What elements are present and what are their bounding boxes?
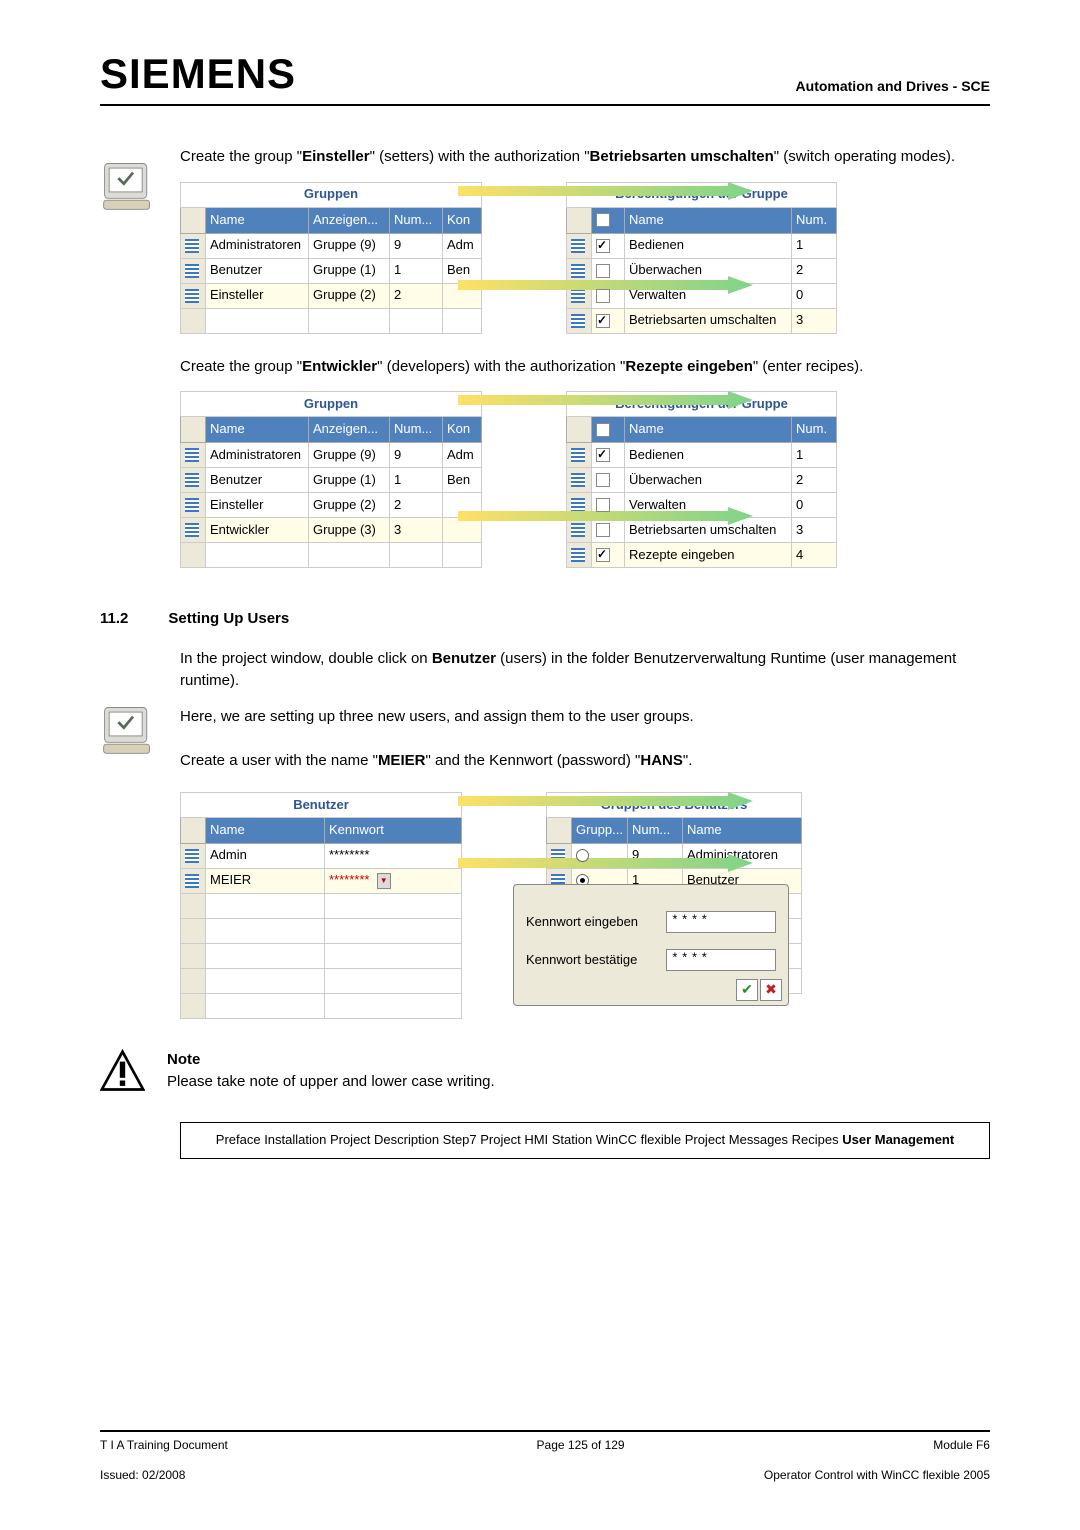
perm-icon xyxy=(571,498,585,512)
users-paragraph-1: In the project window, double click on B… xyxy=(180,648,990,692)
perm-icon xyxy=(571,314,585,328)
groups-table-2[interactable]: Gruppen Name Anzeigen... Num... Kon Admi… xyxy=(180,391,482,568)
table-row: Überwachen2 xyxy=(567,468,837,493)
table-row: BenutzerGruppe (1)1Ben xyxy=(181,468,482,493)
user-icon xyxy=(185,874,199,888)
perm-icon xyxy=(571,289,585,303)
section-heading: 11.2 Setting Up Users xyxy=(100,608,990,630)
cancel-button[interactable]: ✖ xyxy=(760,979,782,1001)
table-row: EntwicklerGruppe (3)3 xyxy=(181,518,482,543)
user-icon xyxy=(185,849,199,863)
monitor-icon xyxy=(100,702,155,757)
table-row: AdministratorenGruppe (9)9Adm xyxy=(181,233,482,258)
pw-enter-label: Kennwort eingeben xyxy=(526,913,656,932)
table-row: MEIER******** ▼ xyxy=(181,868,462,893)
group-icon xyxy=(551,849,565,863)
table-row: AdministratorenGruppe (9)9Adm xyxy=(181,443,482,468)
groups-table-1[interactable]: Gruppen Name Anzeigen... Num... Kon Admi… xyxy=(180,182,482,334)
table-row: Verwalten0 xyxy=(567,493,837,518)
perm-icon xyxy=(571,264,585,278)
checkbox[interactable] xyxy=(596,314,610,328)
checkbox-header-icon xyxy=(596,423,610,437)
group-icon xyxy=(185,448,199,462)
table-row: Verwalten0 xyxy=(567,283,837,308)
checkbox[interactable] xyxy=(596,289,610,303)
table-row: Bedienen1 xyxy=(567,443,837,468)
radio[interactable] xyxy=(576,849,589,862)
table-row: Betriebsarten umschalten3 xyxy=(567,518,837,543)
checkbox[interactable] xyxy=(596,548,610,562)
checkbox[interactable] xyxy=(596,498,610,512)
warning-icon xyxy=(100,1049,145,1094)
perm-icon xyxy=(571,523,585,537)
password-dialog: Kennwort eingeben **** Kennwort bestätig… xyxy=(513,884,789,1006)
table-row: 9Administratoren xyxy=(547,843,802,868)
group-icon xyxy=(185,239,199,253)
table-row: EinstellerGruppe (2)2 xyxy=(181,493,482,518)
group-icon xyxy=(185,264,199,278)
breadcrumb-bar: Preface Installation Project Description… xyxy=(180,1122,990,1159)
checkbox-header-icon xyxy=(596,213,610,227)
page-footer: T I A Training Document Page 125 of 129 … xyxy=(100,1430,990,1492)
password-confirm-input[interactable]: **** xyxy=(666,949,776,971)
page-header: SIEMENS Automation and Drives - SCE xyxy=(100,50,990,106)
note-heading: Note xyxy=(167,1049,495,1071)
table-row: Überwachen2 xyxy=(567,258,837,283)
table-row: Betriebsarten umschalten3 xyxy=(567,308,837,333)
note-body: Please take note of upper and lower case… xyxy=(167,1071,495,1093)
perm-icon xyxy=(571,473,585,487)
checkbox[interactable] xyxy=(596,523,610,537)
header-subtitle: Automation and Drives - SCE xyxy=(796,78,990,98)
checkbox[interactable] xyxy=(596,264,610,278)
checkbox[interactable] xyxy=(596,239,610,253)
table-row: Admin******** xyxy=(181,843,462,868)
group-icon xyxy=(185,473,199,487)
table-row: Bedienen1 xyxy=(567,233,837,258)
intro-paragraph-2: Create the group "Entwickler" (developer… xyxy=(180,356,990,378)
ok-button[interactable]: ✔ xyxy=(736,979,758,1001)
users-paragraph-3: Create a user with the name "MEIER" and … xyxy=(180,750,990,772)
users-paragraph-2: Here, we are setting up three new users,… xyxy=(180,706,990,728)
table-row: Rezepte eingeben4 xyxy=(567,543,837,568)
siemens-logo: SIEMENS xyxy=(100,50,296,98)
permissions-table-2[interactable]: Berechtigungen der Gruppe Name Num. Bedi… xyxy=(566,391,837,568)
intro-paragraph-1: Create the group "Einsteller" (setters) … xyxy=(180,146,990,168)
table-row: BenutzerGruppe (1)1Ben xyxy=(181,258,482,283)
table-row: EinstellerGruppe (2)2 xyxy=(181,283,482,308)
monitor-icon xyxy=(100,158,155,213)
perm-icon xyxy=(571,239,585,253)
checkbox[interactable] xyxy=(596,473,610,487)
perm-icon xyxy=(571,448,585,462)
group-icon xyxy=(185,289,199,303)
password-input[interactable]: **** xyxy=(666,911,776,933)
users-table[interactable]: Benutzer Name Kennwort Admin******** MEI… xyxy=(180,792,462,1019)
perm-icon xyxy=(571,548,585,562)
group-icon xyxy=(185,498,199,512)
pw-confirm-label: Kennwort bestätige xyxy=(526,951,656,970)
group-icon xyxy=(185,523,199,537)
permissions-table-1[interactable]: Berechtigungen der Gruppe Name Num. Bedi… xyxy=(566,182,837,334)
checkbox[interactable] xyxy=(596,448,610,462)
chevron-down-icon[interactable]: ▼ xyxy=(377,873,391,889)
